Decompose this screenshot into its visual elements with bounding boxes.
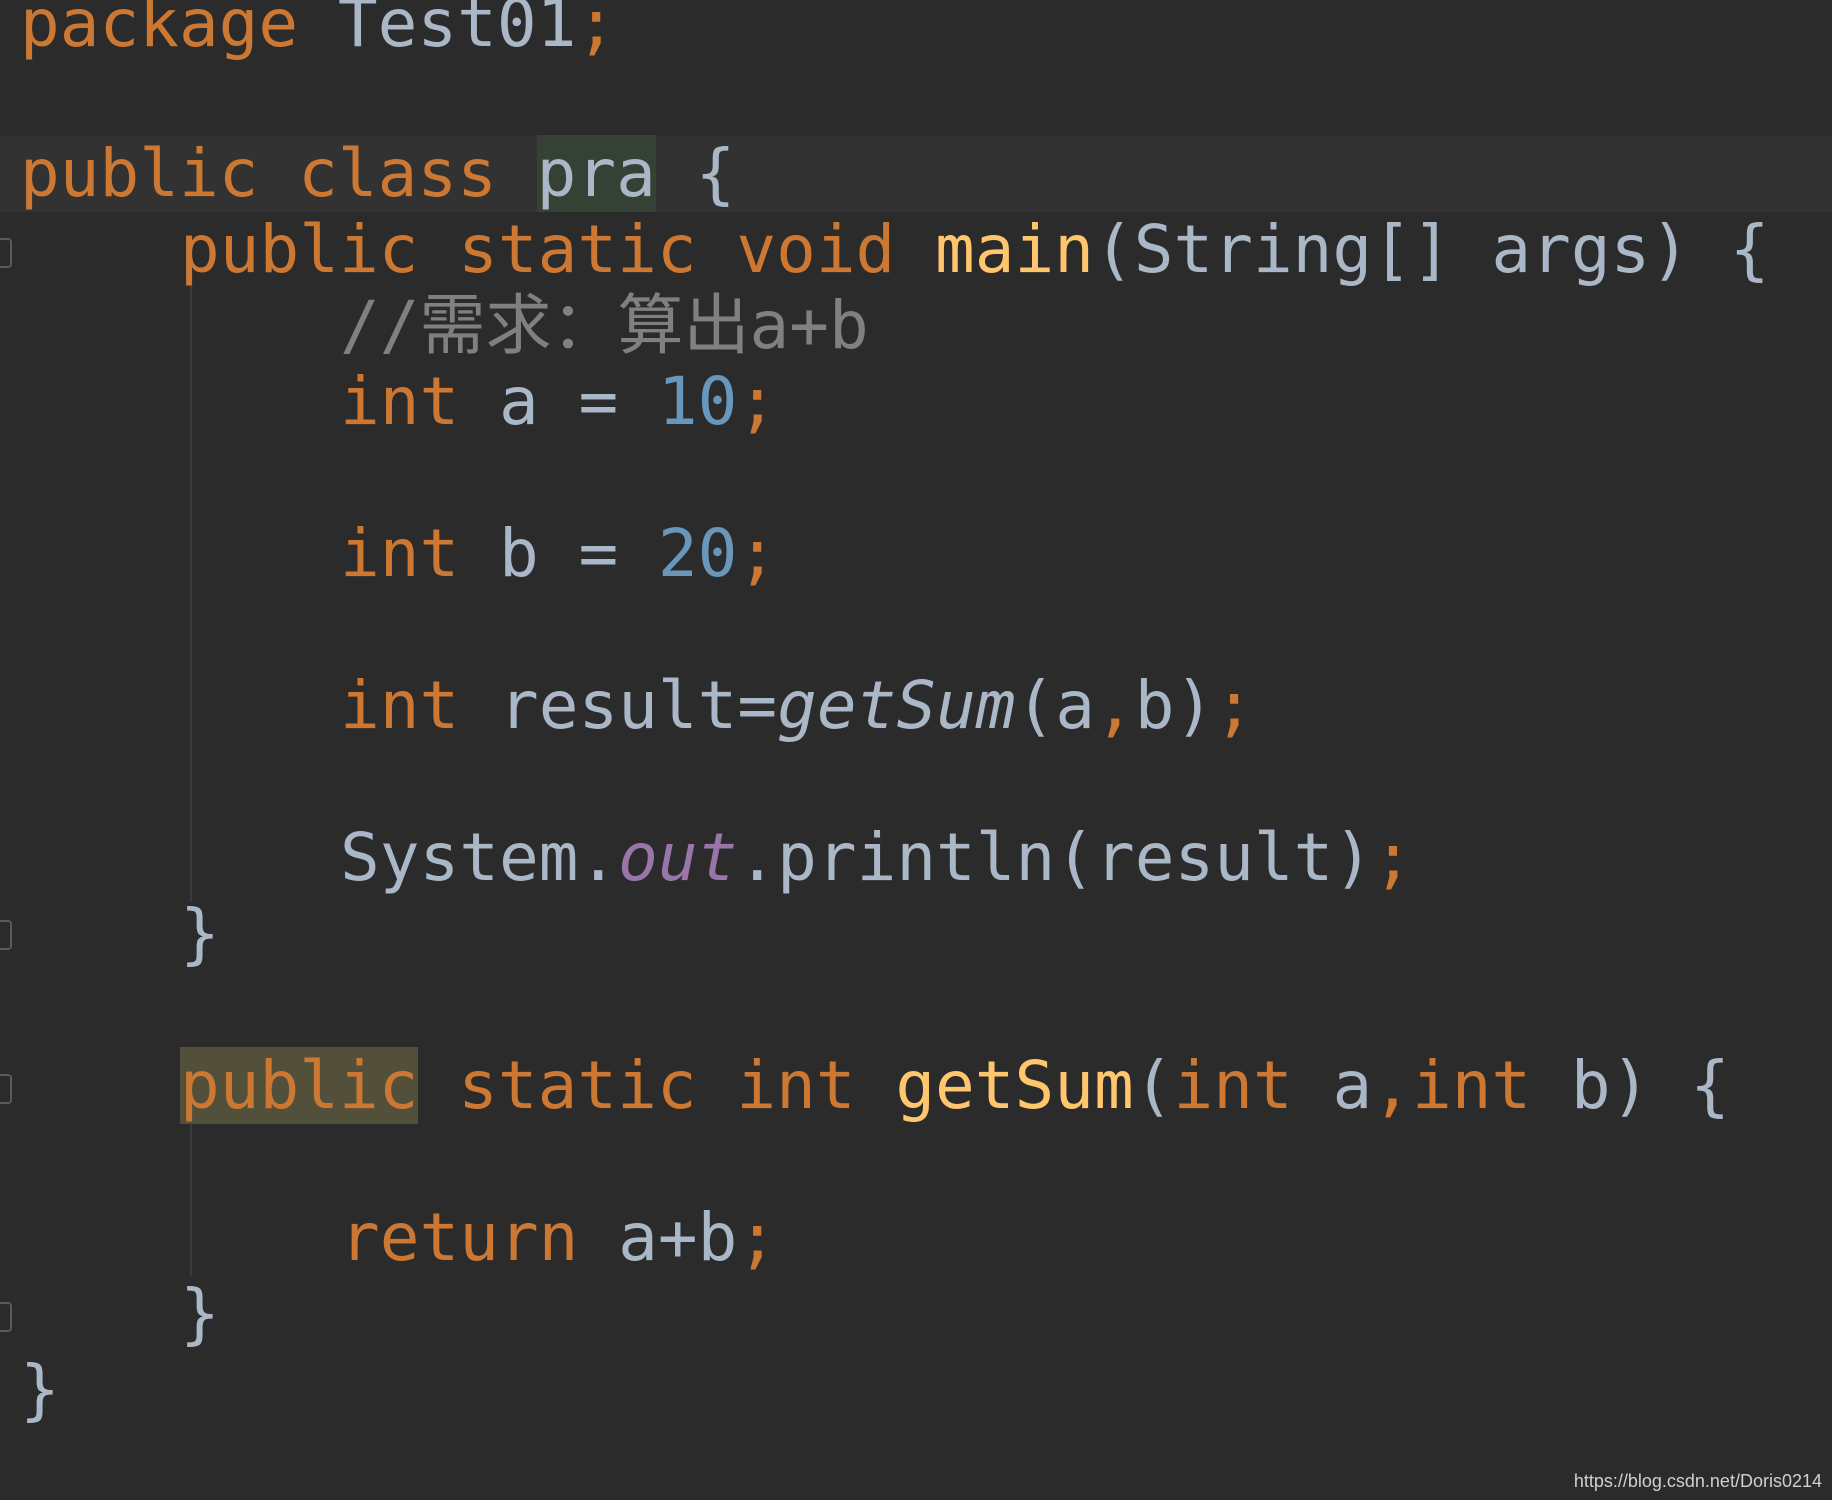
keyword: public (180, 211, 419, 288)
assignment: a = (498, 363, 658, 440)
code-line-int-a[interactable]: int a = 10; (0, 364, 1832, 440)
comma: , (1372, 1047, 1412, 1124)
keyword: int (340, 515, 460, 592)
method-call: .println(result) (737, 819, 1374, 896)
method-params: (String[] args) { (1094, 211, 1770, 288)
keyword: int (340, 363, 460, 440)
number-literal: 20 (657, 515, 738, 592)
code-line-getsum-signature[interactable]: public static int getSum(int a,int b) { (0, 1047, 1832, 1124)
method-call: getSum (777, 667, 1016, 744)
keyword: int (736, 1047, 856, 1124)
keyword: package (20, 0, 299, 62)
keyword: class (298, 135, 497, 212)
semicolon: ; (737, 515, 778, 592)
code-line-package[interactable]: package Test01; (0, 0, 1832, 62)
assignment: b = (498, 515, 658, 592)
keyword: static (458, 211, 697, 288)
param-name: b) { (1570, 1047, 1730, 1124)
keyword: static (458, 1047, 697, 1124)
keyword: public (180, 1047, 419, 1124)
brace: } (20, 1351, 60, 1428)
method-name: main (935, 211, 1094, 288)
semicolon: ; (1214, 667, 1255, 744)
code-line-class[interactable]: public class pra { (0, 135, 1832, 212)
keyword: int (340, 667, 460, 744)
keyword: void (736, 211, 896, 288)
watermark-text: https://blog.csdn.net/Doris0214 (1573, 1471, 1822, 1491)
class-reference: System. (340, 819, 619, 896)
keyword: int (1411, 1047, 1532, 1124)
call-args: (a (1015, 667, 1096, 744)
method-name: getSum (895, 1047, 1134, 1124)
package-name: Test01 (337, 0, 577, 62)
brace: } (180, 895, 220, 972)
code-line-result[interactable]: int result=getSum(a,b); (0, 668, 1832, 744)
brace: } (180, 1275, 220, 1352)
number-literal: 10 (657, 363, 738, 440)
static-field: out (618, 819, 738, 896)
code-line-main-close[interactable]: } (0, 896, 1832, 972)
code-line-comment[interactable]: //需求：算出a+b (0, 288, 1832, 364)
param-name: a (1332, 1047, 1373, 1124)
code-line-int-b[interactable]: int b = 20; (0, 516, 1832, 592)
expression: a+b (618, 1199, 738, 1276)
semicolon: ; (1373, 819, 1413, 896)
semicolon: ; (576, 0, 617, 62)
call-args: b) (1134, 667, 1215, 744)
keyword: public (20, 135, 259, 212)
assignment: result= (498, 667, 778, 744)
code-editor[interactable]: package Test01; public class pra { publi… (0, 0, 1832, 1500)
code-line-return[interactable]: return a+b; (0, 1200, 1832, 1276)
keyword: return (340, 1199, 579, 1276)
code-line-main-signature[interactable]: public static void main(String[] args) { (0, 212, 1832, 288)
comma: , (1095, 667, 1135, 744)
class-name: pra (536, 135, 656, 212)
paren: ( (1133, 1047, 1174, 1124)
semicolon: ; (737, 1199, 778, 1276)
code-line-println[interactable]: System.out.println(result); (0, 820, 1832, 896)
comment: //需求：算出a+b (340, 287, 869, 364)
brace: { (695, 135, 736, 212)
semicolon: ; (737, 363, 778, 440)
code-line-class-close[interactable]: } (0, 1352, 1832, 1428)
keyword: int (1173, 1047, 1293, 1124)
code-line-getsum-close[interactable]: } (0, 1276, 1832, 1352)
